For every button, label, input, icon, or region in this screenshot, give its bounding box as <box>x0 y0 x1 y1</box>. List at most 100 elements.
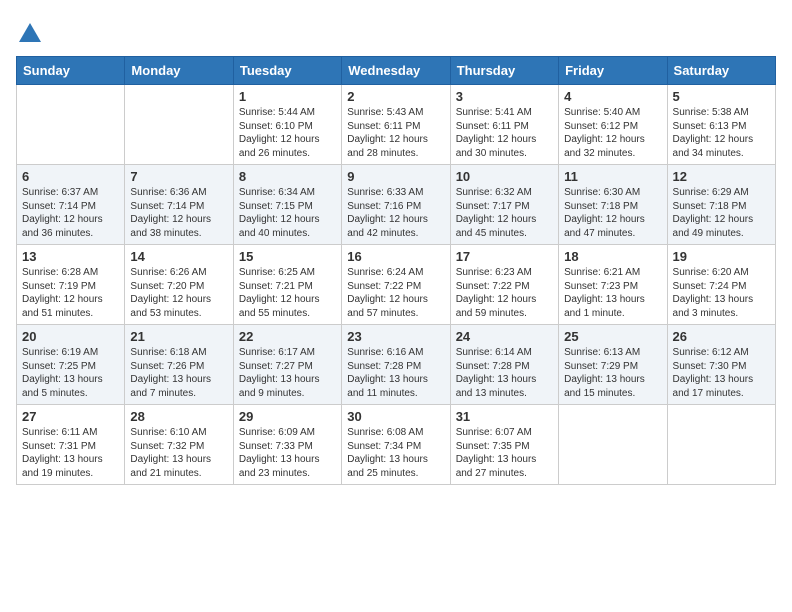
day-number: 12 <box>673 169 770 184</box>
calendar-cell <box>17 85 125 165</box>
day-number: 8 <box>239 169 336 184</box>
day-info: Sunrise: 6:29 AM Sunset: 7:18 PM Dayligh… <box>673 186 770 240</box>
calendar-cell: 18 Sunrise: 6:21 AM Sunset: 7:23 PM Dayli… <box>559 245 667 325</box>
calendar-cell: 12 Sunrise: 6:29 AM Sunset: 7:18 PM Dayli… <box>667 165 775 245</box>
day-number: 15 <box>239 249 336 264</box>
day-number: 26 <box>673 329 770 344</box>
week-row-2: 6 Sunrise: 6:37 AM Sunset: 7:14 PM Daylig… <box>17 165 776 245</box>
day-info: Sunrise: 6:17 AM Sunset: 7:27 PM Dayligh… <box>239 346 336 400</box>
day-info: Sunrise: 6:23 AM Sunset: 7:22 PM Dayligh… <box>456 266 553 320</box>
header <box>16 16 776 48</box>
weekday-header-friday: Friday <box>559 57 667 85</box>
day-number: 7 <box>130 169 227 184</box>
day-number: 29 <box>239 409 336 424</box>
calendar: SundayMondayTuesdayWednesdayThursdayFrid… <box>16 56 776 485</box>
day-number: 18 <box>564 249 661 264</box>
day-info: Sunrise: 6:09 AM Sunset: 7:33 PM Dayligh… <box>239 426 336 480</box>
calendar-cell <box>667 405 775 485</box>
day-number: 6 <box>22 169 119 184</box>
day-number: 9 <box>347 169 444 184</box>
day-info: Sunrise: 6:14 AM Sunset: 7:28 PM Dayligh… <box>456 346 553 400</box>
calendar-cell: 30Sunrise: 6:08 AM Sunset: 7:34 PM Dayli… <box>342 405 450 485</box>
day-info: Sunrise: 6:11 AM Sunset: 7:31 PM Dayligh… <box>22 426 119 480</box>
day-info: Sunrise: 5:41 AM Sunset: 6:11 PM Dayligh… <box>456 106 553 160</box>
calendar-cell: 9 Sunrise: 6:33 AM Sunset: 7:16 PM Daylig… <box>342 165 450 245</box>
logo-icon <box>16 20 44 48</box>
calendar-cell: 5Sunrise: 5:38 AM Sunset: 6:13 PM Daylig… <box>667 85 775 165</box>
calendar-cell: 22Sunrise: 6:17 AM Sunset: 7:27 PM Dayli… <box>233 325 341 405</box>
day-number: 13 <box>22 249 119 264</box>
day-info: Sunrise: 5:40 AM Sunset: 6:12 PM Dayligh… <box>564 106 661 160</box>
day-number: 23 <box>347 329 444 344</box>
calendar-cell <box>125 85 233 165</box>
calendar-cell: 15 Sunrise: 6:25 AM Sunset: 7:21 PM Dayli… <box>233 245 341 325</box>
day-info: Sunrise: 6:30 AM Sunset: 7:18 PM Dayligh… <box>564 186 661 240</box>
day-info: Sunrise: 6:16 AM Sunset: 7:28 PM Dayligh… <box>347 346 444 400</box>
day-info: Sunrise: 5:38 AM Sunset: 6:13 PM Dayligh… <box>673 106 770 160</box>
day-info: Sunrise: 5:44 AM Sunset: 6:10 PM Dayligh… <box>239 106 336 160</box>
week-row-4: 20 Sunrise: 6:19 AM Sunset: 7:25 PM Dayli… <box>17 325 776 405</box>
weekday-header-monday: Monday <box>125 57 233 85</box>
calendar-cell: 29 Sunrise: 6:09 AM Sunset: 7:33 PM Dayli… <box>233 405 341 485</box>
calendar-cell: 31Sunrise: 6:07 AM Sunset: 7:35 PM Dayli… <box>450 405 558 485</box>
day-info: Sunrise: 6:18 AM Sunset: 7:26 PM Dayligh… <box>130 346 227 400</box>
weekday-header-saturday: Saturday <box>667 57 775 85</box>
calendar-cell: 25 Sunrise: 6:13 AM Sunset: 7:29 PM Dayli… <box>559 325 667 405</box>
day-number: 14 <box>130 249 227 264</box>
day-info: Sunrise: 6:21 AM Sunset: 7:23 PM Dayligh… <box>564 266 661 320</box>
day-info: Sunrise: 6:26 AM Sunset: 7:20 PM Dayligh… <box>130 266 227 320</box>
calendar-cell: 24 Sunrise: 6:14 AM Sunset: 7:28 PM Dayli… <box>450 325 558 405</box>
day-info: Sunrise: 6:07 AM Sunset: 7:35 PM Dayligh… <box>456 426 553 480</box>
day-info: Sunrise: 6:37 AM Sunset: 7:14 PM Dayligh… <box>22 186 119 240</box>
day-number: 19 <box>673 249 770 264</box>
day-number: 3 <box>456 89 553 104</box>
day-info: Sunrise: 6:24 AM Sunset: 7:22 PM Dayligh… <box>347 266 444 320</box>
calendar-cell: 10 Sunrise: 6:32 AM Sunset: 7:17 PM Dayli… <box>450 165 558 245</box>
calendar-cell: 16 Sunrise: 6:24 AM Sunset: 7:22 PM Dayli… <box>342 245 450 325</box>
calendar-cell: 17Sunrise: 6:23 AM Sunset: 7:22 PM Dayli… <box>450 245 558 325</box>
day-number: 28 <box>130 409 227 424</box>
day-info: Sunrise: 6:33 AM Sunset: 7:16 PM Dayligh… <box>347 186 444 240</box>
day-number: 21 <box>130 329 227 344</box>
day-info: Sunrise: 6:13 AM Sunset: 7:29 PM Dayligh… <box>564 346 661 400</box>
calendar-cell <box>559 405 667 485</box>
calendar-cell: 26 Sunrise: 6:12 AM Sunset: 7:30 PM Dayli… <box>667 325 775 405</box>
day-info: Sunrise: 6:10 AM Sunset: 7:32 PM Dayligh… <box>130 426 227 480</box>
day-info: Sunrise: 6:19 AM Sunset: 7:25 PM Dayligh… <box>22 346 119 400</box>
day-info: Sunrise: 6:34 AM Sunset: 7:15 PM Dayligh… <box>239 186 336 240</box>
day-number: 20 <box>22 329 119 344</box>
weekday-header-sunday: Sunday <box>17 57 125 85</box>
day-number: 16 <box>347 249 444 264</box>
weekday-header-tuesday: Tuesday <box>233 57 341 85</box>
day-number: 11 <box>564 169 661 184</box>
weekday-header-wednesday: Wednesday <box>342 57 450 85</box>
week-row-5: 27 Sunrise: 6:11 AM Sunset: 7:31 PM Dayli… <box>17 405 776 485</box>
day-number: 25 <box>564 329 661 344</box>
week-row-1: 1Sunrise: 5:44 AM Sunset: 6:10 PM Daylig… <box>17 85 776 165</box>
calendar-cell: 20 Sunrise: 6:19 AM Sunset: 7:25 PM Dayli… <box>17 325 125 405</box>
calendar-cell: 3 Sunrise: 5:41 AM Sunset: 6:11 PM Daylig… <box>450 85 558 165</box>
day-info: Sunrise: 6:20 AM Sunset: 7:24 PM Dayligh… <box>673 266 770 320</box>
day-info: Sunrise: 6:12 AM Sunset: 7:30 PM Dayligh… <box>673 346 770 400</box>
calendar-cell: 8 Sunrise: 6:34 AM Sunset: 7:15 PM Daylig… <box>233 165 341 245</box>
day-info: Sunrise: 6:28 AM Sunset: 7:19 PM Dayligh… <box>22 266 119 320</box>
calendar-cell: 4 Sunrise: 5:40 AM Sunset: 6:12 PM Daylig… <box>559 85 667 165</box>
day-number: 27 <box>22 409 119 424</box>
calendar-cell: 28 Sunrise: 6:10 AM Sunset: 7:32 PM Dayli… <box>125 405 233 485</box>
calendar-cell: 1Sunrise: 5:44 AM Sunset: 6:10 PM Daylig… <box>233 85 341 165</box>
day-number: 4 <box>564 89 661 104</box>
calendar-cell: 7Sunrise: 6:36 AM Sunset: 7:14 PM Daylig… <box>125 165 233 245</box>
day-number: 10 <box>456 169 553 184</box>
day-number: 24 <box>456 329 553 344</box>
calendar-cell: 27 Sunrise: 6:11 AM Sunset: 7:31 PM Dayli… <box>17 405 125 485</box>
calendar-cell: 21 Sunrise: 6:18 AM Sunset: 7:26 PM Dayli… <box>125 325 233 405</box>
calendar-cell: 13 Sunrise: 6:28 AM Sunset: 7:19 PM Dayli… <box>17 245 125 325</box>
calendar-cell: 11 Sunrise: 6:30 AM Sunset: 7:18 PM Dayli… <box>559 165 667 245</box>
calendar-cell: 6 Sunrise: 6:37 AM Sunset: 7:14 PM Daylig… <box>17 165 125 245</box>
calendar-cell: 23 Sunrise: 6:16 AM Sunset: 7:28 PM Dayli… <box>342 325 450 405</box>
calendar-cell: 14 Sunrise: 6:26 AM Sunset: 7:20 PM Dayli… <box>125 245 233 325</box>
day-info: Sunrise: 6:32 AM Sunset: 7:17 PM Dayligh… <box>456 186 553 240</box>
weekday-header-thursday: Thursday <box>450 57 558 85</box>
day-info: Sunrise: 5:43 AM Sunset: 6:11 PM Dayligh… <box>347 106 444 160</box>
day-info: Sunrise: 6:25 AM Sunset: 7:21 PM Dayligh… <box>239 266 336 320</box>
